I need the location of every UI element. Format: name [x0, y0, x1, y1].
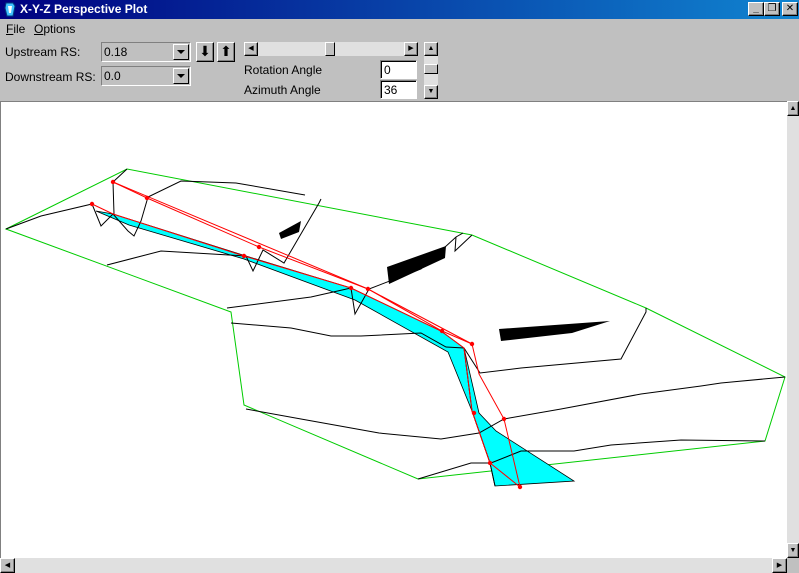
slider-left-button[interactable]: ◀	[244, 42, 258, 56]
downstream-label: Downstream RS:	[5, 70, 96, 84]
menu-file-rest: ile	[13, 22, 26, 36]
plot-vertical-scrollbar[interactable]: ▲ ▼	[787, 101, 799, 558]
scroll-right-button[interactable]: ▶	[772, 558, 787, 573]
up-arrow-icon: ⬆	[220, 43, 232, 59]
title-bar[interactable]: X-Y-Z Perspective Plot _ ❐ ✕	[0, 0, 799, 19]
azimuth-angle-value: 36	[384, 83, 398, 97]
restore-button[interactable]: ❐	[764, 2, 780, 16]
scroll-right-icon: ▶	[776, 562, 783, 569]
rotation-angle-value: 0	[384, 63, 391, 77]
water-surface	[95, 210, 576, 487]
rotation-slider[interactable]: ◀ ▶	[244, 42, 418, 56]
close-button[interactable]: ✕	[782, 2, 798, 16]
move-downstream-button[interactable]: ⬇	[196, 42, 214, 62]
plot-horizontal-scrollbar[interactable]: ◀ ▶	[0, 558, 787, 573]
minimize-button[interactable]: _	[748, 2, 764, 16]
scroll-down-icon: ▼	[789, 547, 797, 554]
menu-options[interactable]: Options	[34, 22, 75, 36]
perspective-plot-svg	[4, 168, 786, 490]
scroll-left-icon: ◀	[4, 562, 11, 569]
scroll-left-button[interactable]: ◀	[0, 558, 15, 573]
slider-thumb[interactable]	[325, 42, 335, 56]
scroll-down-icon: ▼	[427, 88, 435, 95]
upstream-label: Upstream RS:	[5, 45, 81, 59]
window-title: X-Y-Z Perspective Plot	[20, 2, 148, 16]
rotation-angle-label: Rotation Angle	[244, 63, 323, 77]
azimuth-down-button[interactable]: ▼	[424, 85, 438, 99]
scroll-left-icon: ◀	[248, 45, 254, 52]
chevron-down-icon[interactable]	[173, 68, 189, 84]
menu-options-rest: ptions	[43, 22, 76, 36]
scroll-up-button[interactable]: ▲	[787, 101, 799, 116]
perspective-plot-canvas[interactable]	[0, 101, 787, 558]
scroll-down-button[interactable]: ▼	[787, 543, 799, 558]
downstream-rs-select[interactable]: 0.0	[101, 66, 191, 86]
azimuth-angle-label: Azimuth Angle	[244, 83, 321, 97]
scroll-right-icon: ▶	[408, 45, 414, 52]
move-upstream-button[interactable]: ⬆	[217, 42, 235, 62]
azimuth-slider[interactable]: ▲ ▼	[424, 42, 438, 99]
chevron-down-icon[interactable]	[173, 44, 189, 60]
reach-bank-lines	[91, 181, 521, 488]
menu-file[interactable]: File	[6, 22, 25, 36]
menu-options-accel: O	[34, 22, 44, 36]
downstream-rs-value: 0.0	[104, 69, 121, 83]
app-icon	[4, 2, 16, 17]
scrollbar-corner	[787, 558, 799, 573]
slider-right-button[interactable]: ▶	[404, 42, 418, 56]
rotation-angle-input[interactable]: 0	[380, 60, 417, 79]
scroll-up-icon: ▲	[789, 105, 797, 112]
upstream-rs-select[interactable]: 0.18	[101, 42, 191, 62]
down-arrow-icon: ⬇	[199, 43, 211, 59]
scroll-up-icon: ▲	[427, 45, 435, 52]
terrain-shadow-3	[499, 321, 610, 341]
upstream-rs-value: 0.18	[104, 45, 128, 59]
cross-sections	[5, 168, 786, 487]
menu-bar: File Options	[0, 19, 799, 38]
model-boundary	[4, 168, 786, 480]
terrain-shadow-1	[279, 221, 301, 239]
azimuth-angle-input[interactable]: 36	[380, 80, 417, 99]
azimuth-thumb[interactable]	[424, 64, 438, 74]
app-window: X-Y-Z Perspective Plot _ ❐ ✕ File Option…	[0, 0, 799, 573]
azimuth-up-button[interactable]: ▲	[424, 42, 438, 56]
